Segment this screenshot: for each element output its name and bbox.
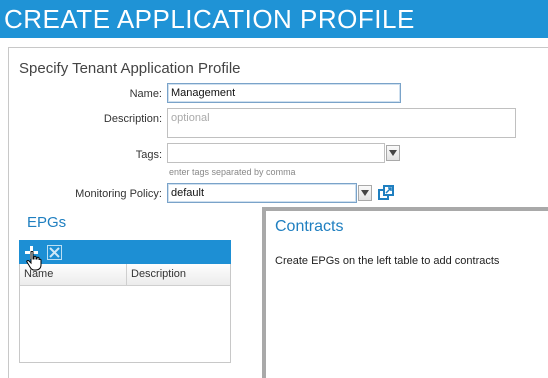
description-textarea[interactable]: optional <box>167 108 516 138</box>
epgs-table: Name Description <box>19 264 231 363</box>
chevron-down-icon <box>389 150 397 156</box>
tags-dropdown-button[interactable] <box>386 145 400 161</box>
description-label: Description: <box>103 113 162 125</box>
open-external-icon[interactable] <box>378 185 394 201</box>
chevron-down-icon <box>361 190 369 196</box>
page-title: CREATE APPLICATION PROFILE <box>4 4 415 34</box>
name-label: Name: <box>129 88 162 100</box>
epgs-title: EPGs <box>27 214 67 231</box>
section-title: Specify Tenant Application Profile <box>19 60 241 77</box>
epgs-table-header: Name Description <box>20 264 230 286</box>
monitoring-policy-label: Monitoring Policy: <box>75 188 162 200</box>
delete-x-icon <box>49 247 60 258</box>
tags-hint: enter tags separated by comma <box>169 167 296 177</box>
tags-input[interactable] <box>167 143 385 163</box>
column-header-description[interactable]: Description <box>131 268 186 280</box>
monitoring-policy-select[interactable]: default <box>167 183 357 203</box>
monitoring-policy-dropdown-button[interactable] <box>358 185 372 201</box>
name-input[interactable]: Management <box>167 83 401 103</box>
delete-epg-button[interactable] <box>47 245 62 260</box>
tags-label: Tags: <box>135 149 162 161</box>
page-header: CREATE APPLICATION PROFILE <box>0 0 548 38</box>
hand-cursor-icon <box>26 251 42 271</box>
contracts-title: Contracts <box>275 218 344 235</box>
epgs-toolbar <box>19 240 231 264</box>
contracts-empty-message: Create EPGs on the left table to add con… <box>275 255 500 267</box>
column-divider <box>126 264 127 286</box>
